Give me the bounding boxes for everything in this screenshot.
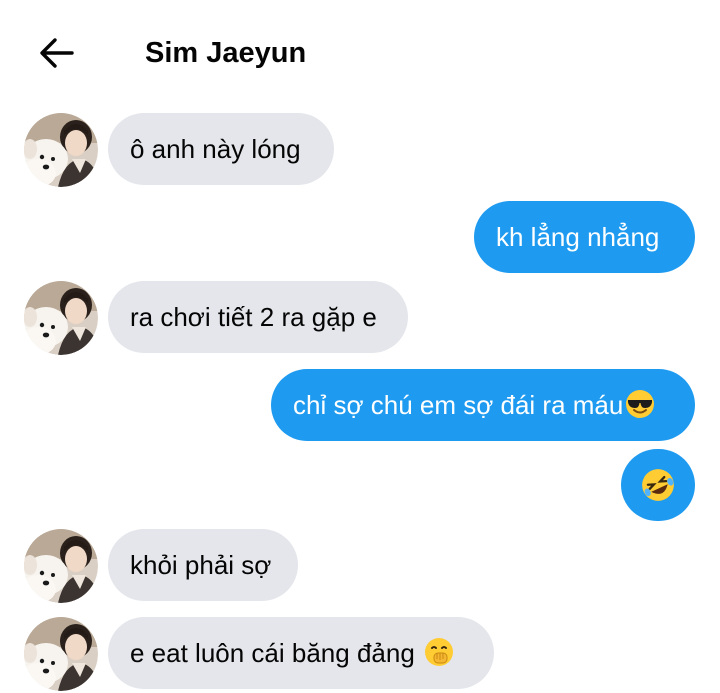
message-text: chỉ sợ chú em sợ đái ra máu	[293, 390, 624, 420]
message-bubble-received[interactable]: khỏi phải sợ	[108, 529, 298, 601]
sunglasses-face-emoji	[626, 390, 655, 418]
contact-avatar[interactable]	[24, 529, 98, 603]
message-bubble-sent[interactable]	[621, 449, 695, 521]
message-text: khỏi phải sợ	[130, 550, 272, 580]
arrow-left-icon	[40, 38, 74, 68]
message-text: e eat luôn cái băng đảng	[130, 638, 423, 668]
contact-avatar[interactable]	[24, 617, 98, 691]
contact-avatar[interactable]	[24, 281, 98, 355]
contact-name[interactable]: Sim Jaeyun	[145, 35, 306, 71]
message-bubble-sent[interactable]: kh lẳng nhẳng	[474, 201, 695, 273]
rolling-on-floor-laughing-emoji	[642, 469, 674, 501]
contact-avatar[interactable]	[24, 113, 98, 187]
message-text: kh lẳng nhẳng	[496, 222, 660, 252]
chat-header: Sim Jaeyun	[0, 0, 720, 104]
hand-over-mouth-emoji	[425, 638, 454, 666]
message-bubble-received[interactable]: e eat luôn cái băng đảng	[108, 617, 494, 689]
message-bubble-sent[interactable]: chỉ sợ chú em sợ đái ra máu	[271, 369, 695, 441]
back-button[interactable]	[36, 32, 78, 74]
message-text: ô anh này lóng	[130, 134, 301, 164]
message-text: ra chơi tiết 2 ra gặp e	[130, 302, 377, 332]
message-bubble-received[interactable]: ra chơi tiết 2 ra gặp e	[108, 281, 408, 353]
message-bubble-received[interactable]: ô anh này lóng	[108, 113, 334, 185]
